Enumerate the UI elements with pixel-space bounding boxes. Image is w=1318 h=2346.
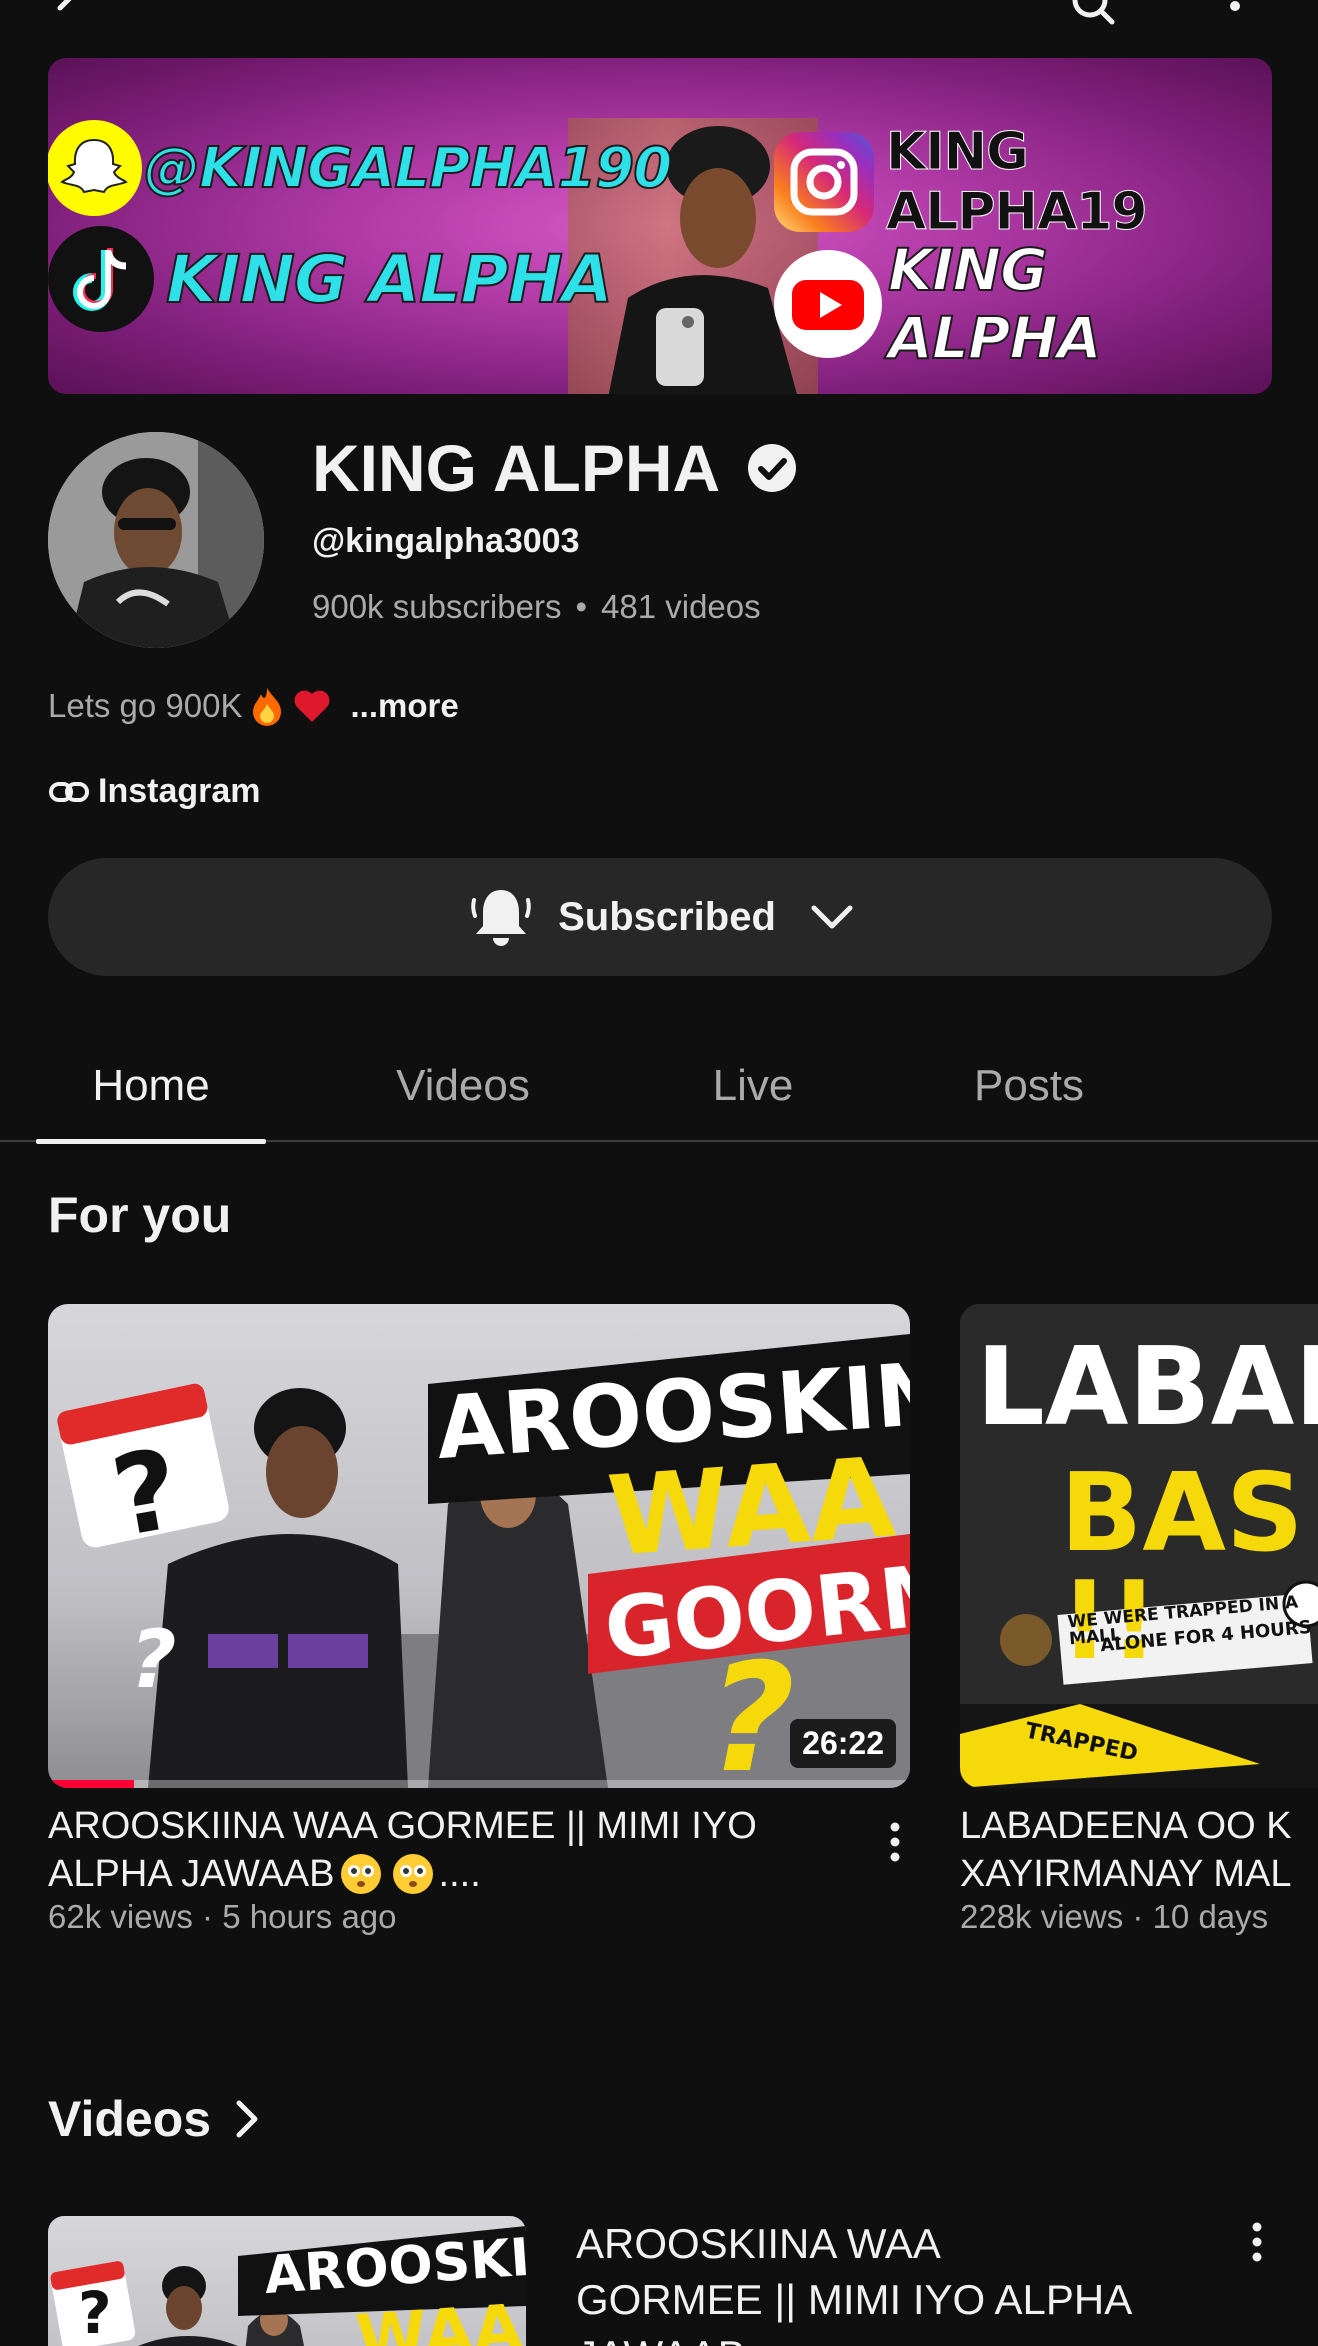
tab-home[interactable]: Home <box>36 1030 266 1144</box>
channel-link-label: Instagram <box>98 772 261 810</box>
notification-bell-icon <box>471 890 531 946</box>
heart-icon <box>291 686 333 726</box>
thumb-text-line2: WAA <box>353 2291 526 2346</box>
video-title[interactable]: LABADEENA OO K XAYIRMANAY MAL <box>960 1802 1318 1898</box>
video-title-line2: GORMEE || MIMI IYO ALPHA <box>576 2276 1133 2323</box>
channel-avatar[interactable] <box>48 432 264 648</box>
banner-snapchat-handle: @KINGALPHA190 <box>143 135 673 202</box>
flushed-face-icon <box>340 1854 381 1894</box>
watch-progress-fill <box>48 1780 135 1788</box>
more-vertical-icon[interactable] <box>890 1822 900 1862</box>
video-title-line2: ALPHA JAWAAB <box>48 1853 335 1895</box>
chevron-right-icon <box>236 2100 258 2138</box>
channel-banner: @KINGALPHA190 KING ALPHA KING ALPHA19 KI… <box>48 58 1272 394</box>
video-title-line2: XAYIRMANAY MAL <box>960 1853 1292 1895</box>
thumb-text-line2: WAA <box>603 1433 899 1581</box>
channel-link[interactable]: Instagram <box>48 772 261 811</box>
description-text: Lets go 900K <box>48 687 243 724</box>
video-title-line2-row: ALPHA JAWAAB .... <box>48 1850 910 1898</box>
chevron-left-icon[interactable] <box>48 0 88 26</box>
flushed-face-icon <box>392 1854 433 1894</box>
for-you-heading: For you <box>48 1187 232 1243</box>
thumb-big-question: ? <box>708 1632 796 1788</box>
youtube-icon <box>774 250 882 358</box>
banner-youtube-handle: KING ALPHA <box>887 235 1103 373</box>
top-bar <box>0 0 1318 40</box>
thumb-question-mark-small: ? <box>130 1613 177 1706</box>
video-title-suffix: .... <box>438 1853 481 1895</box>
verified-badge-icon <box>748 444 797 492</box>
video-title-line1: AROOSKIINA WAA <box>576 2220 941 2267</box>
thumb-question-mark: ? <box>78 2279 112 2346</box>
channel-name: KING ALPHA <box>312 428 798 508</box>
channel-handle: @kingalpha3003 <box>312 522 580 560</box>
video-card[interactable]: LABADEE BAS !! WE WERE TRAPPED IN A MALL… <box>960 1304 1318 1936</box>
banner-instagram-row: KING ALPHA19 <box>774 122 1272 243</box>
video-thumbnail[interactable]: LABADEE BAS !! WE WERE TRAPPED IN A MALL… <box>960 1304 1318 1788</box>
description-more-link[interactable]: ...more <box>351 687 459 725</box>
channel-stats: 900k subscribers • 481 videos <box>312 588 761 626</box>
video-title-line1: LABADEENA OO K <box>960 1805 1292 1847</box>
video-title[interactable]: AROOSKIINA WAA GORMEE || MIMI IYO ALPHA … <box>576 2216 1216 2346</box>
video-thumbnail[interactable]: ? AROOSKINA WAA <box>48 2216 526 2346</box>
stats-separator: • <box>575 588 588 625</box>
link-icon <box>49 781 89 802</box>
tab-posts[interactable]: Posts <box>914 1030 1144 1142</box>
chevron-down-icon <box>811 905 853 929</box>
thumb-text-line1: LABADEE <box>976 1325 1318 1450</box>
video-count: 481 videos <box>601 588 761 625</box>
banner-youtube-row: KING ALPHA <box>774 235 1272 373</box>
video-card[interactable]: ? ? AROOSKINA WAA GOORME ? 26:22 AROOSKI… <box>48 1304 910 1936</box>
video-title[interactable]: AROOSKIINA WAA GORMEE || MIMI IYO ALPHA … <box>48 1802 910 1898</box>
tab-videos[interactable]: Videos <box>348 1030 578 1142</box>
banner-instagram-handle: KING ALPHA19 <box>886 122 1149 243</box>
banner-tiktok-handle: KING ALPHA <box>165 240 614 319</box>
video-meta: 228k views · 10 days <box>960 1898 1269 1935</box>
channel-name-text: KING ALPHA <box>312 431 721 505</box>
video-thumbnail[interactable]: ? ? AROOSKINA WAA GOORME ? 26:22 <box>48 1304 910 1788</box>
video-title-line3: JAWAAB <box>576 2328 1216 2346</box>
video-title-line1: AROOSKIINA WAA GORMEE || MIMI IYO <box>48 1805 757 1847</box>
banner-snapchat-row: @KINGALPHA190 <box>48 120 673 216</box>
subscribed-label: Subscribed <box>558 894 776 939</box>
more-vertical-icon[interactable] <box>1225 0 1245 18</box>
search-icon[interactable] <box>1070 0 1116 26</box>
videos-section-heading[interactable]: Videos <box>48 2090 267 2148</box>
snapchat-icon <box>48 120 142 216</box>
videos-heading-text: Videos <box>48 2091 212 2147</box>
watch-progress-bar <box>48 1780 910 1788</box>
tab-live[interactable]: Live <box>638 1030 868 1142</box>
fire-icon <box>247 684 287 728</box>
channel-description[interactable]: Lets go 900K ...more <box>48 684 459 728</box>
subscriber-count: 900k subscribers <box>312 588 562 625</box>
channel-tabs: Home Videos Live Posts <box>0 1030 1318 1144</box>
video-meta: 62k views · 5 hours ago <box>48 1898 397 1935</box>
more-vertical-icon[interactable] <box>1252 2222 1262 2262</box>
banner-tiktok-row: KING ALPHA <box>48 226 614 332</box>
tiktok-icon <box>48 226 154 332</box>
avatar-image <box>48 432 264 648</box>
video-duration: 26:22 <box>790 1719 896 1768</box>
instagram-icon <box>774 132 874 232</box>
subscribed-button[interactable]: Subscribed <box>48 858 1272 976</box>
